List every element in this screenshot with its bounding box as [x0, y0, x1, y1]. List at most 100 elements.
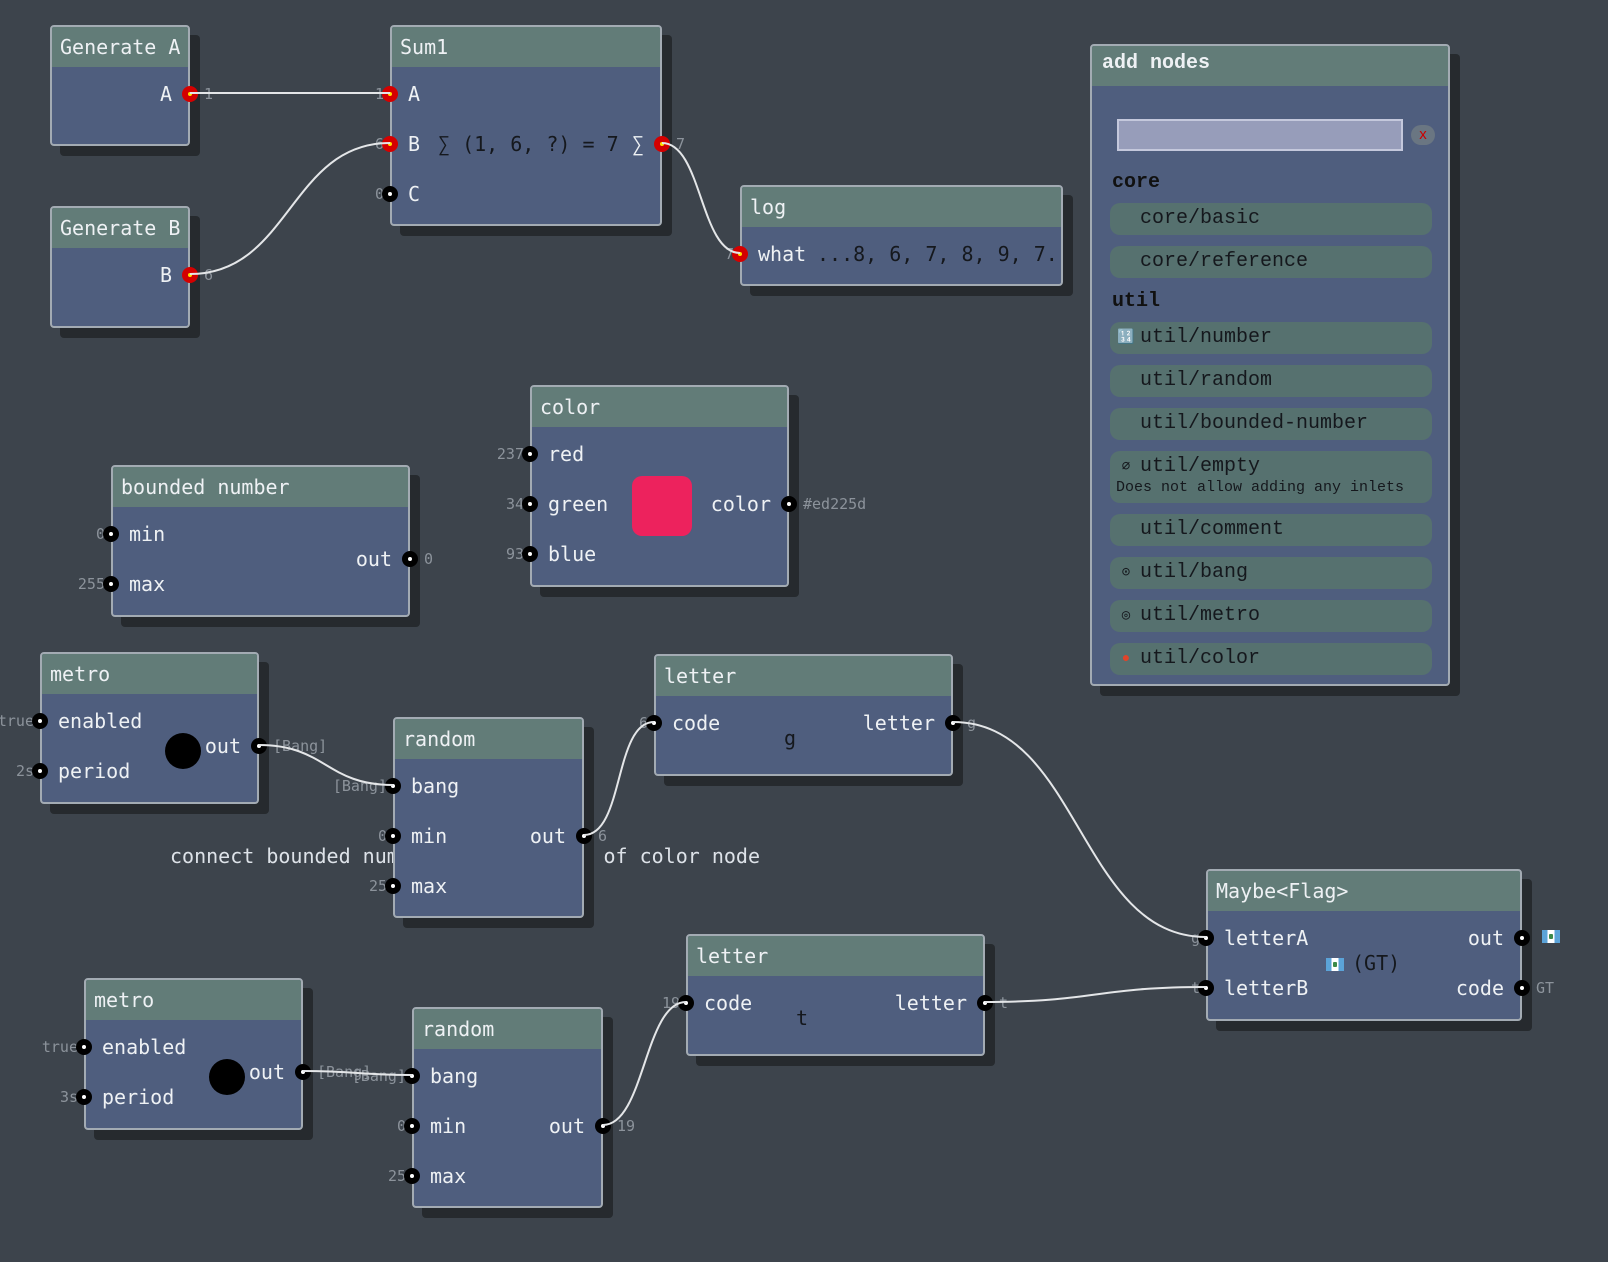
- inlet-port[interactable]: [522, 496, 538, 512]
- inlet-label: min: [430, 1114, 467, 1138]
- node-type-util-color[interactable]: ● util/color: [1110, 643, 1432, 675]
- node-letter[interactable]: letter code 19 letter t t: [662, 934, 1008, 1056]
- node-title[interactable]: letter: [656, 656, 951, 696]
- node-type-util-random[interactable]: util/random: [1110, 365, 1432, 397]
- inlet-value: 255: [77, 575, 105, 593]
- node-display-text: t: [796, 1006, 809, 1030]
- inlet-port[interactable]: [103, 526, 119, 542]
- outlet-label: out: [529, 824, 566, 848]
- outlet-label: ∑: [631, 132, 644, 156]
- wire[interactable]: [583, 721, 655, 836]
- node-bounded-number[interactable]: bounded number min 0 max 255 out 0: [78, 465, 433, 617]
- node-type-core-basic[interactable]: core/basic: [1110, 203, 1432, 235]
- inlet-port[interactable]: [382, 186, 398, 202]
- inlet-port[interactable]: [1198, 980, 1214, 996]
- outlet-port[interactable]: [1514, 930, 1530, 946]
- node-type-util-metro[interactable]: ◎ util/metro: [1110, 600, 1432, 632]
- node-title[interactable]: bounded number: [113, 467, 408, 507]
- inlet-port[interactable]: [732, 246, 748, 262]
- outlet-port[interactable]: [595, 1118, 611, 1134]
- node-title[interactable]: Generate A: [52, 27, 188, 67]
- inlet-port[interactable]: [385, 778, 401, 794]
- wire[interactable]: [984, 986, 1207, 1003]
- outlet-value: g: [967, 714, 977, 732]
- outlet-port[interactable]: [781, 496, 797, 512]
- node-title[interactable]: metro: [86, 980, 301, 1020]
- clear-search-button[interactable]: x: [1411, 125, 1435, 145]
- node-type-util-empty[interactable]: ⌀ util/empty Does not allow adding any inl…: [1110, 451, 1432, 503]
- wire[interactable]: [952, 721, 1207, 938]
- node-generate-b[interactable]: Generate B B 6: [50, 206, 213, 328]
- bang-indicator[interactable]: [209, 1059, 245, 1095]
- node-type-util-bang[interactable]: ⊙ util/bang: [1110, 557, 1432, 589]
- node-maybe-flag[interactable]: Maybe<Flag> letterA g letterB t out code GT (GT): [1191, 869, 1560, 1021]
- node-random[interactable]: random bang [Bang] min 0 max 25 out 19: [352, 1007, 635, 1208]
- inlet-label: bang: [411, 774, 460, 798]
- node-type-util-number[interactable]: 🔢 util/number: [1110, 322, 1432, 354]
- wire[interactable]: [602, 1001, 687, 1126]
- node-letter[interactable]: letter code 6 letter g g: [639, 654, 976, 776]
- inlet-port[interactable]: [385, 828, 401, 844]
- inlet-port[interactable]: [32, 763, 48, 779]
- node-generate-a[interactable]: Generate A A 1: [50, 25, 213, 146]
- add-nodes-title[interactable]: add nodes: [1092, 46, 1448, 86]
- inlet-port[interactable]: [1198, 930, 1214, 946]
- inlet-port[interactable]: [522, 446, 538, 462]
- node-type-util-comment[interactable]: util/comment: [1110, 514, 1432, 546]
- outlet-port[interactable]: [182, 267, 198, 283]
- node-title[interactable]: Sum1: [392, 27, 660, 67]
- inlet-port[interactable]: [404, 1168, 420, 1184]
- outlet-value: t: [999, 994, 1009, 1012]
- node-title[interactable]: Maybe<Flag>: [1208, 871, 1520, 911]
- inlet-label: bang: [430, 1064, 479, 1088]
- wire[interactable]: [189, 142, 391, 275]
- inlet-port[interactable]: [678, 995, 694, 1011]
- inlet-port[interactable]: [76, 1039, 92, 1055]
- outlet-port[interactable]: [182, 86, 198, 102]
- node-title[interactable]: color: [532, 387, 787, 427]
- node-title[interactable]: random: [395, 719, 582, 759]
- node-title[interactable]: metro: [42, 654, 257, 694]
- outlet-port[interactable]: [295, 1064, 311, 1080]
- outlet-port[interactable]: [945, 715, 961, 731]
- node-type-core-reference[interactable]: core/reference: [1110, 246, 1432, 278]
- node-title[interactable]: Generate B: [52, 208, 188, 248]
- inlet-label: C: [408, 182, 421, 206]
- inlet-port[interactable]: [522, 546, 538, 562]
- node-title[interactable]: letter: [688, 936, 983, 976]
- node-log[interactable]: log what 7 ...8, 6, 7, 8, 9, 7.: [725, 185, 1063, 286]
- wire[interactable]: [661, 142, 741, 254]
- outlet-port[interactable]: [1514, 980, 1530, 996]
- node-title[interactable]: random: [414, 1009, 601, 1049]
- inlet-port[interactable]: [76, 1089, 92, 1105]
- inlet-label: A: [408, 82, 421, 106]
- node-metro[interactable]: metro enabled true period 2s out [Bang]: [0, 652, 327, 804]
- inlet-port[interactable]: [646, 715, 662, 731]
- node-type-util-bounded-number[interactable]: util/bounded-number: [1110, 408, 1432, 440]
- inlet-port[interactable]: [385, 878, 401, 894]
- bang-indicator[interactable]: [165, 733, 201, 769]
- inlet-value: [Bang]: [351, 1067, 406, 1085]
- inlet-label: max: [411, 874, 448, 898]
- inlet-port[interactable]: [404, 1118, 420, 1134]
- inlet-value: true: [41, 1038, 78, 1056]
- inlet-port[interactable]: [382, 86, 398, 102]
- node-display-text: ...8, 6, 7, 8, 9, 7.: [817, 242, 1058, 266]
- add-nodes-panel: add nodes x core core/basic core/reference…: [1090, 44, 1450, 686]
- node-metro[interactable]: metro enabled true period 3s out [Bang]: [42, 978, 371, 1130]
- node-search-input[interactable]: [1117, 119, 1403, 151]
- inlet-port[interactable]: [32, 713, 48, 729]
- node-sum1[interactable]: Sum1 A 1 B 6 C 0 ∑ 7 ∑ (1, 6, ?) = 7: [375, 25, 685, 226]
- outlet-port[interactable]: [251, 738, 267, 754]
- outlet-port[interactable]: [654, 136, 670, 152]
- inlet-port[interactable]: [103, 576, 119, 592]
- outlet-port[interactable]: [977, 995, 993, 1011]
- inlet-label: code: [704, 991, 753, 1015]
- outlet-port[interactable]: [576, 828, 592, 844]
- node-title[interactable]: log: [742, 187, 1061, 227]
- inlet-port[interactable]: [404, 1068, 420, 1084]
- outlet-port[interactable]: [402, 551, 418, 567]
- node-color[interactable]: color red 237 green 34 blue 93 color #ed225d: [497, 385, 866, 587]
- inlet-port[interactable]: [382, 136, 398, 152]
- node-random[interactable]: random bang [Bang] min 0 max 25 out 6: [333, 717, 607, 918]
